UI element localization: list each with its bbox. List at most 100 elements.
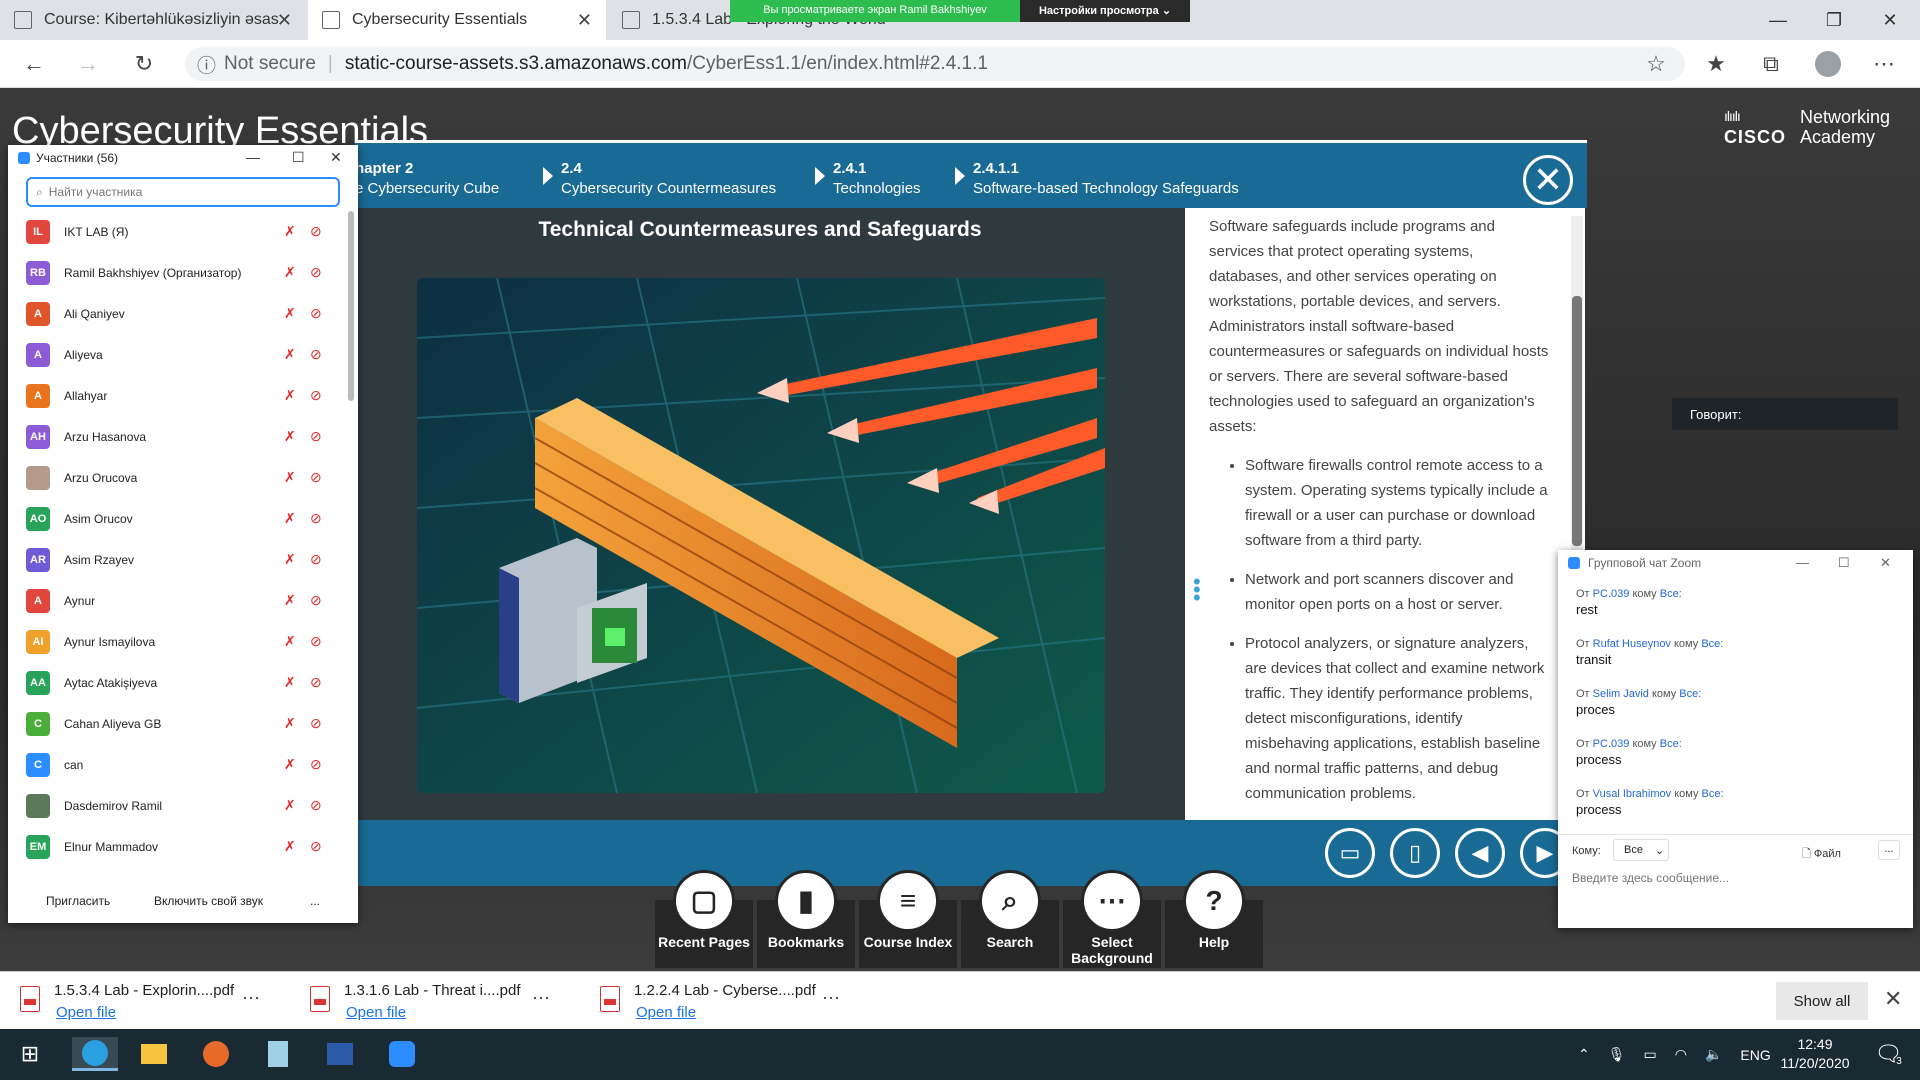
message-input[interactable]	[1572, 871, 1892, 885]
language-indicator[interactable]: ENG	[1740, 1047, 1770, 1063]
firefox-icon[interactable]	[196, 1037, 236, 1071]
recent-pages-button[interactable]: ▢ Recent Pages	[655, 870, 753, 968]
search-input[interactable]	[48, 185, 329, 199]
close-tab-icon[interactable]: ✕	[277, 10, 292, 31]
breadcrumb-item[interactable]: 2.4.1.1 Software-based Technology Safegua…	[973, 159, 1239, 199]
comment-icon[interactable]: ▭	[1325, 828, 1375, 878]
close-window-icon[interactable]: ✕	[1862, 0, 1918, 40]
maximize-icon[interactable]: ☐	[292, 149, 305, 166]
sender-name[interactable]: PC.039	[1593, 588, 1630, 600]
participant-row[interactable]: A Aynur ✗ ⊘	[8, 580, 348, 621]
windows-start-icon[interactable]: ⊞	[10, 1037, 50, 1071]
wifi-icon[interactable]: ◠	[1675, 1046, 1687, 1063]
invite-button[interactable]: Пригласить	[46, 894, 110, 908]
notepad-icon[interactable]	[258, 1037, 298, 1071]
more-menu-icon[interactable]: ⋯	[1868, 48, 1900, 80]
open-file-link[interactable]: Open file	[346, 1004, 406, 1021]
search-button[interactable]: ⌕ Search	[961, 870, 1059, 968]
close-icon[interactable]: ✕	[1880, 555, 1891, 571]
more-button[interactable]: ...	[310, 894, 320, 908]
more-icon[interactable]: ⋯	[532, 988, 550, 1009]
drag-handle-icon[interactable]: • • •	[1193, 571, 1201, 609]
sender-name[interactable]: Vusal Ibrahimov	[1593, 788, 1671, 800]
participant-row[interactable]: C Cahan Aliyeva GB ✗ ⊘	[8, 703, 348, 744]
participant-row[interactable]: IL IKT LAB (Я) ✗ ⊘	[8, 211, 348, 252]
previous-page-icon[interactable]: ◀	[1455, 828, 1505, 878]
participant-row[interactable]: Dasdemirov Ramil ✗ ⊘	[8, 785, 348, 826]
close-icon[interactable]: ✕	[330, 149, 342, 166]
bookmarks-button[interactable]: ▮ Bookmarks	[757, 870, 855, 968]
browser-tab[interactable]: Course: Kibertəhlükəsizliyin əsas ✕	[0, 0, 306, 40]
sender-name[interactable]: Rufat Huseynov	[1593, 638, 1671, 650]
chevron-up-icon[interactable]: ⌃	[1578, 1046, 1590, 1063]
notification-icon[interactable]: 🗨 3	[1868, 1037, 1908, 1071]
select-background-button[interactable]: ⋯ Select Background	[1063, 870, 1161, 968]
forward-arrow-icon[interactable]: →	[72, 48, 104, 80]
back-arrow-icon[interactable]: ←	[18, 48, 50, 80]
help-button[interactable]: ? Help	[1165, 870, 1263, 968]
participant-row[interactable]: A Allahyar ✗ ⊘	[8, 375, 348, 416]
breadcrumb-item[interactable]: 2.4 Cybersecurity Countermeasures	[561, 159, 776, 199]
participant-row[interactable]: A Aliyeva ✗ ⊘	[8, 334, 348, 375]
scroll-thumb[interactable]	[348, 211, 354, 401]
search-icon: ⌕	[36, 184, 43, 199]
view-options-button[interactable]: Настройки просмотра ⌄	[1020, 0, 1190, 22]
microphone-icon[interactable]: 🎙	[1608, 1046, 1626, 1063]
participant-row[interactable]: A Ali Qaniyev ✗ ⊘	[8, 293, 348, 334]
download-item[interactable]: 1.2.2.4 Lab - Cyberse....pdf Open file ⋯	[600, 980, 860, 1024]
minimize-icon[interactable]: —	[1796, 555, 1809, 570]
participant-row[interactable]: Ccan ✗ ⊘	[8, 744, 348, 785]
scroll-thumb[interactable]	[1572, 296, 1582, 546]
maximize-icon[interactable]: ☐	[1838, 555, 1850, 571]
open-file-link[interactable]: Open file	[636, 1004, 696, 1021]
participant-row[interactable]: EM Elnur Mammadov ✗ ⊘	[8, 826, 348, 861]
close-course-icon[interactable]: ✕	[1523, 155, 1573, 205]
file-explorer-icon[interactable]	[134, 1037, 174, 1071]
more-button[interactable]: ...	[1878, 840, 1900, 860]
clock[interactable]: 12:49 11/20/2020	[1770, 1035, 1860, 1073]
download-item[interactable]: 1.3.1.6 Lab - Threat i....pdf Open file …	[310, 980, 570, 1024]
participant-row[interactable]: Arzu Orucova ✗ ⊘	[8, 457, 348, 498]
open-file-link[interactable]: Open file	[56, 1004, 116, 1021]
reload-icon[interactable]: ↻	[128, 48, 160, 80]
maximize-window-icon[interactable]: ❐	[1806, 0, 1862, 40]
info-icon[interactable]: ⓘ	[197, 51, 216, 78]
course-index-button[interactable]: ≡ Course Index	[859, 870, 957, 968]
close-icon[interactable]: ✕	[1884, 986, 1902, 1012]
more-icon[interactable]: ⋯	[822, 988, 840, 1009]
browser-tab-active[interactable]: Cybersecurity Essentials ✕	[308, 0, 606, 40]
url-field[interactable]: ⓘ Not secure | static-course-assets.s3.a…	[185, 47, 1685, 81]
minimize-window-icon[interactable]: —	[1750, 0, 1806, 40]
breadcrumb-item[interactable]: 2.4.1 Technologies	[833, 159, 921, 199]
favorite-star-icon[interactable]: ☆	[1640, 48, 1672, 80]
unmute-button[interactable]: Включить свой звук	[154, 894, 263, 908]
bookmark-icon[interactable]: ▯	[1390, 828, 1440, 878]
participant-row[interactable]: AI Aynur Ismayilova ✗ ⊘	[8, 621, 348, 662]
favorites-list-icon[interactable]: ★	[1700, 48, 1732, 80]
volume-icon[interactable]: 🔈	[1705, 1046, 1722, 1063]
battery-icon[interactable]: ▭	[1644, 1046, 1657, 1063]
breadcrumb-item[interactable]: hapter 2e Cybersecurity Cube	[355, 159, 499, 199]
participant-row[interactable]: AA Aytac Atakişiyeva ✗ ⊘	[8, 662, 348, 703]
collections-icon[interactable]: ⧉	[1755, 48, 1787, 80]
participant-row[interactable]: AO Asim Orucov ✗ ⊘	[8, 498, 348, 539]
profile-avatar[interactable]	[1812, 48, 1844, 80]
close-tab-icon[interactable]: ✕	[577, 10, 592, 31]
more-icon[interactable]: ⋯	[242, 988, 260, 1009]
edge-browser-icon[interactable]	[72, 1037, 118, 1071]
powershell-icon[interactable]	[320, 1037, 360, 1071]
show-all-button[interactable]: Show all	[1776, 982, 1868, 1020]
download-item[interactable]: 1.5.3.4 Lab - Explorin....pdf Open file …	[20, 980, 280, 1024]
participant-row[interactable]: AH Arzu Hasanova ✗ ⊘	[8, 416, 348, 457]
participant-row[interactable]: AR Asim Rzayev ✗ ⊘	[8, 539, 348, 580]
minimize-icon[interactable]: —	[246, 149, 260, 165]
list-item: Network and port scanners discover and m…	[1245, 567, 1549, 617]
sender-name[interactable]: Selim Javid	[1593, 688, 1649, 700]
participant-row[interactable]: RB Ramil Bakhshiyev (Организатор) ✗ ⊘	[8, 252, 348, 293]
recipient-select[interactable]: Все ⌄	[1613, 839, 1669, 861]
participant-scrollbar[interactable]	[348, 211, 354, 861]
file-button[interactable]: 🗋 Файл	[1802, 845, 1841, 864]
zoom-app-icon[interactable]	[382, 1037, 422, 1071]
participant-search[interactable]: ⌕	[26, 177, 340, 207]
sender-name[interactable]: PC.039	[1593, 738, 1630, 750]
